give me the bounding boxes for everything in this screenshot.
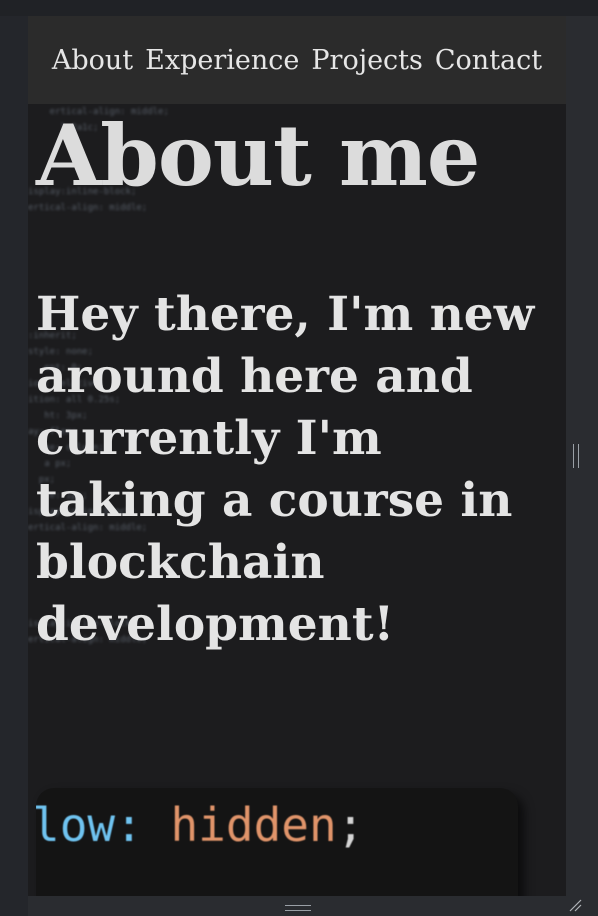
code-property: low: [36, 798, 143, 852]
page-viewport: ertical-align: middle; l-2a1c; isplay:inl… [28, 16, 566, 896]
side-resize-panel [566, 16, 598, 896]
code-semicolon: ; [336, 798, 365, 852]
nav-link-experience[interactable]: Experience [145, 45, 299, 76]
code-line-partial: · · [36, 878, 281, 896]
nav-link-projects[interactable]: Projects [311, 45, 423, 76]
code-image-card: low: hidden; · · [36, 788, 518, 896]
bottom-resize-panel [28, 896, 598, 916]
resize-corner-icon[interactable] [568, 898, 582, 912]
browser-top-strip [0, 0, 598, 16]
horizontal-resize-handle[interactable] [285, 905, 311, 911]
code-value: hidden [170, 798, 337, 852]
left-gutter [0, 16, 28, 916]
page-title: About me [36, 106, 480, 205]
code-line: low: hidden; [36, 798, 364, 852]
nav-link-contact[interactable]: Contact [435, 45, 542, 76]
nav-link-about[interactable]: About [52, 45, 133, 76]
vertical-resize-handle[interactable] [573, 444, 579, 468]
intro-text: Hey there, I'm new around here and curre… [36, 287, 535, 652]
top-nav: About Experience Projects Contact [28, 16, 566, 104]
